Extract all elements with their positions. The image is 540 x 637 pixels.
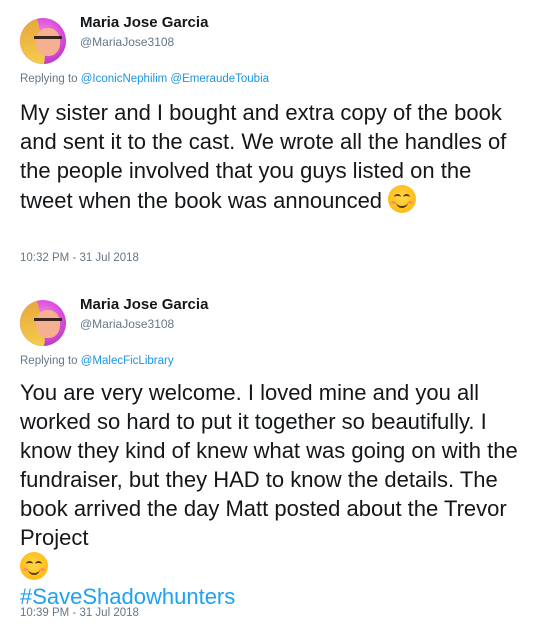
hashtag-link[interactable]: #SaveShadowhunters — [20, 584, 235, 609]
tweet-text: My sister and I bought and extra copy of… — [20, 98, 525, 215]
smiling-face-icon — [20, 552, 48, 580]
tweet-text: You are very welcome. I loved mine and y… — [20, 378, 525, 611]
author-name[interactable]: Maria Jose Garcia — [80, 296, 208, 313]
mention-link[interactable]: @MalecFicLibrary — [81, 355, 174, 367]
avatar[interactable] — [20, 18, 66, 64]
replying-to: Replying to @IconicNephilim @EmeraudeTou… — [20, 73, 269, 85]
tweet-timestamp[interactable]: 10:32 PM - 31 Jul 2018 — [20, 252, 139, 264]
mention-link[interactable]: @IconicNephilim — [81, 73, 167, 85]
avatar[interactable] — [20, 300, 66, 346]
replying-to-label: Replying to — [20, 355, 78, 367]
tweet-text-content: You are very welcome. I loved mine and y… — [20, 380, 518, 550]
tweet-timestamp[interactable]: 10:39 PM - 31 Jul 2018 — [20, 607, 139, 619]
author-handle[interactable]: @MariaJose3108 — [80, 317, 174, 331]
author-handle[interactable]: @MariaJose3108 — [80, 35, 174, 49]
mention-link[interactable]: @EmeraudeToubia — [170, 73, 269, 85]
smiling-face-icon — [388, 185, 417, 213]
replying-to: Replying to @MalecFicLibrary — [20, 355, 174, 367]
author-name[interactable]: Maria Jose Garcia — [80, 14, 208, 31]
tweet-text-content: My sister and I bought and extra copy of… — [20, 100, 507, 213]
replying-to-label: Replying to — [20, 73, 78, 85]
